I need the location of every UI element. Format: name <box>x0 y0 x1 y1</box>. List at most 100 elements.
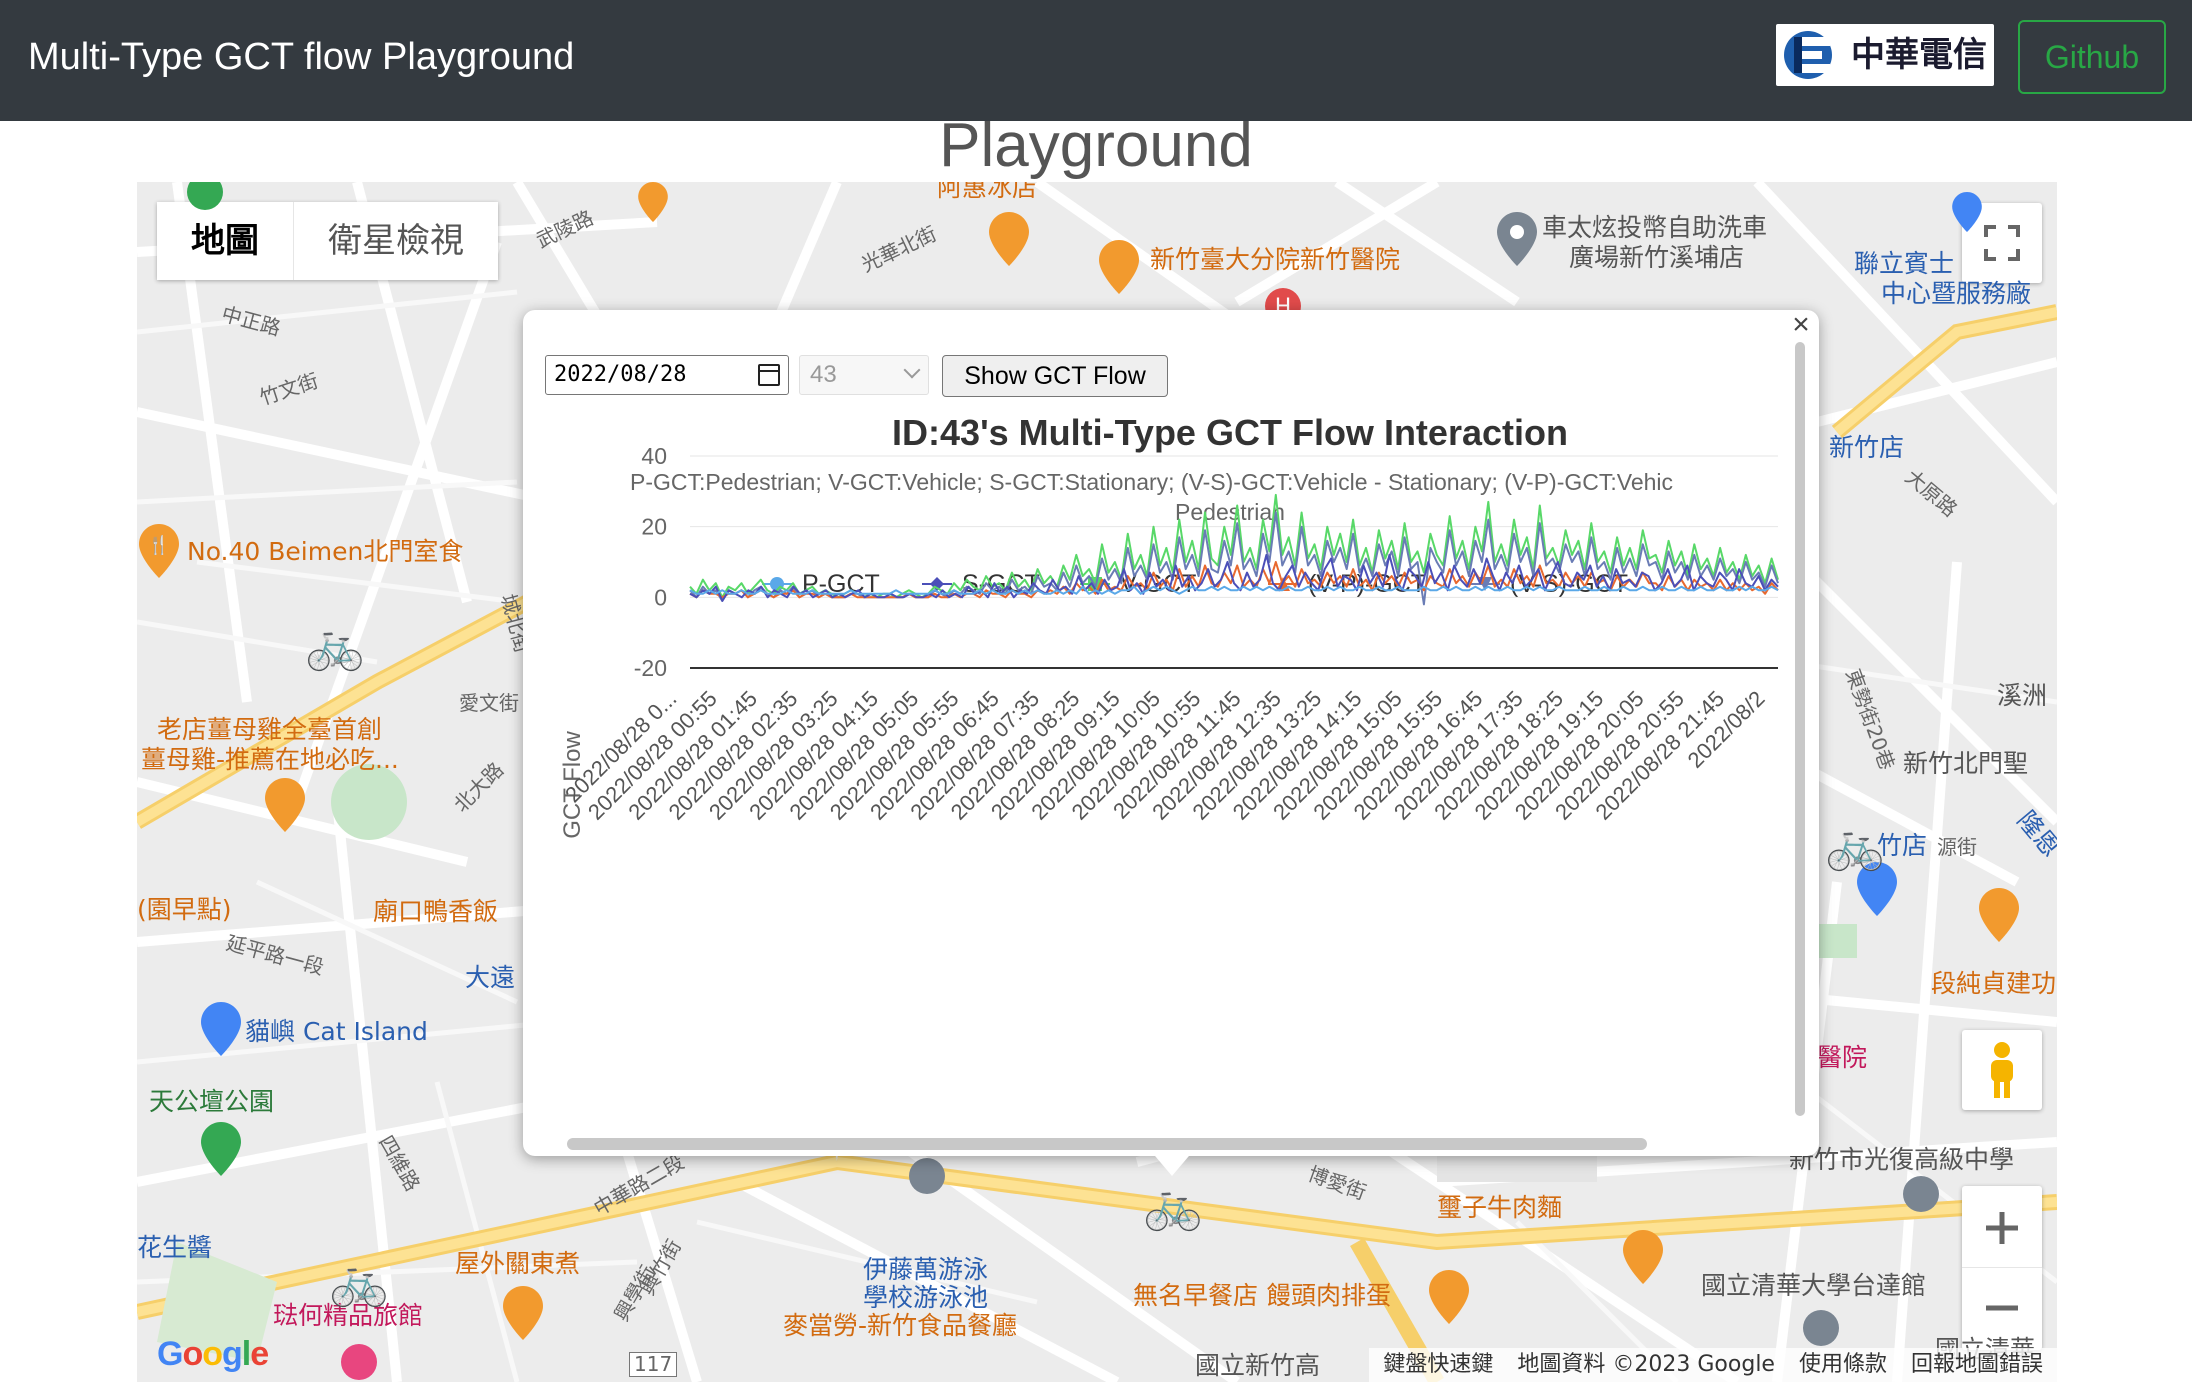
park-pin-icon[interactable] <box>201 1122 241 1176</box>
road-label: 源街 <box>1937 835 1977 859</box>
map-label: 溪洲 <box>1997 681 2048 710</box>
map-label: 醫院 <box>1817 1043 1868 1072</box>
navbar-brand[interactable]: Multi-Type GCT flow Playground <box>28 34 574 80</box>
map-label[interactable]: 麥當勞-新竹食品餐廳 <box>783 1311 1017 1341</box>
close-icon[interactable]: × <box>1788 310 1814 340</box>
school-pin-icon[interactable] <box>1901 1174 1941 1214</box>
google-logo: Google <box>157 1335 269 1374</box>
x-axis: 2022/08/28 0...2022/08/28 00:552022/08/2… <box>560 686 1769 825</box>
google-logo-letter: G <box>157 1335 183 1373</box>
map-label[interactable]: 貓嶼 Cat Island <box>245 1017 428 1047</box>
map-label[interactable]: 無名早餐店 饅頭肉排蛋 <box>1133 1281 1391 1311</box>
github-button[interactable]: Github <box>2018 20 2166 94</box>
map-label[interactable]: 段純貞建功 <box>1931 969 2056 999</box>
restaurant-pin-icon[interactable] <box>1099 240 1139 294</box>
map-label[interactable]: 屋外關東煮 <box>455 1249 580 1279</box>
map-label: 新竹北門聖 <box>1903 749 2029 778</box>
google-logo-letter: o <box>202 1335 223 1373</box>
id-select-value: 43 <box>810 361 837 388</box>
sensor-marker-icon[interactable]: 🚲 <box>329 1258 389 1306</box>
map-label: 大遠 <box>465 963 516 992</box>
calendar-icon[interactable] <box>758 364 780 386</box>
map-label: 新竹店 <box>1829 433 1905 462</box>
report-error-link[interactable]: 回報地圖錯誤 <box>1911 1350 2043 1380</box>
park-pin-icon[interactable] <box>185 182 225 212</box>
swim-pin-icon[interactable] <box>907 1156 947 1196</box>
map-label: 阿惠冰店 <box>937 182 1038 202</box>
map-data-credit: 地圖資料 ©2023 Google <box>1517 1352 1775 1377</box>
id-select[interactable]: 43 <box>799 355 929 395</box>
date-value: 2022/08/28 <box>554 362 687 387</box>
pegman-icon <box>1991 1042 2013 1098</box>
map-label[interactable]: 薑母雞-推薦在地必吃... <box>141 745 399 775</box>
show-gct-flow-button[interactable]: Show GCT Flow <box>942 355 1168 397</box>
hotel-pin-icon[interactable] <box>339 1342 379 1382</box>
map-label-hospital[interactable]: 新竹臺大分院新竹醫院 <box>1150 245 1400 275</box>
map-label: 中心暨服務廠 <box>1881 279 2032 308</box>
street-view-pegman[interactable] <box>1962 1030 2042 1110</box>
horizontal-scrollbar[interactable] <box>567 1138 1647 1150</box>
google-logo-letter: l <box>241 1335 252 1373</box>
restaurant-pin-icon[interactable] <box>1429 1270 1469 1324</box>
map-type-control: 地圖 衛星檢視 <box>157 202 498 280</box>
google-logo-letter: o <box>182 1335 203 1373</box>
vertical-scrollbar[interactable] <box>1795 342 1805 1116</box>
restaurant-pin-icon[interactable] <box>503 1286 543 1340</box>
sensor-marker-icon[interactable]: 🚲 <box>1143 1182 1203 1230</box>
gct-flow-chart: ID:43's Multi-Type GCT Flow Interaction … <box>559 412 1779 839</box>
google-logo-letter: e <box>250 1335 269 1373</box>
minus-icon <box>1986 1305 2018 1311</box>
chart-title: ID:43's Multi-Type GCT Flow Interaction <box>892 412 1568 453</box>
map-label: 聯立賓士 <box>1854 249 1955 278</box>
fullscreen-icon <box>1984 225 2020 261</box>
zoom-in-button[interactable] <box>1962 1188 2042 1268</box>
map-label: 車太炫投幣自助洗車 <box>1542 213 1768 242</box>
restaurant-pin-icon[interactable] <box>1623 1230 1663 1284</box>
y-tick-label: -20 <box>634 655 667 681</box>
map-label[interactable]: 廟口鴨香飯 <box>373 897 498 927</box>
chart-subtitle: Pedestrian <box>1175 499 1285 525</box>
restaurant-pin-icon[interactable] <box>633 182 673 222</box>
school-pin-icon[interactable] <box>1801 1308 1841 1348</box>
restaurant-pin-icon[interactable] <box>989 212 1029 266</box>
logo-text: 中華電信 <box>1851 35 1987 75</box>
info-window-tail <box>1150 1150 1194 1176</box>
terms-link[interactable]: 使用條款 <box>1799 1350 1887 1380</box>
keyboard-shortcuts-link[interactable]: 鍵盤快速鍵 <box>1383 1350 1493 1380</box>
chart-subtitle: P-GCT:Pedestrian; V-GCT:Vehicle; S-GCT:S… <box>630 469 1673 495</box>
map-tab[interactable]: 地圖 <box>157 202 294 280</box>
plus-icon <box>1986 1211 2018 1244</box>
sensor-marker-icon[interactable]: 🚲 <box>1825 822 1885 870</box>
satellite-tab[interactable]: 衛星檢視 <box>294 202 498 280</box>
date-picker-input[interactable]: 2022/08/28 <box>545 355 789 395</box>
map-label[interactable]: No.40 Beimen北門室食 <box>187 537 463 567</box>
google-logo-letter: g <box>222 1335 243 1373</box>
y-tick-label: 0 <box>654 584 667 610</box>
svg-text:🍴: 🍴 <box>148 534 170 556</box>
restaurant-pin-icon[interactable]: 🍴 <box>139 524 179 578</box>
restaurant-pin-icon[interactable] <box>1979 888 2019 942</box>
top-navbar: Multi-Type GCT flow Playground 中華電信 Gith… <box>0 0 2192 121</box>
shopping-pin-icon[interactable] <box>201 1002 241 1056</box>
place-pin-icon[interactable] <box>1497 212 1537 266</box>
page-heading: Playground <box>939 111 1253 180</box>
chevron-down-icon <box>903 361 921 379</box>
zoom-control <box>1962 1186 2042 1350</box>
map-label: 廣場新竹溪埔店 <box>1569 243 1745 272</box>
map-label[interactable]: 新竹市光復高級中學 <box>1789 1145 2014 1175</box>
map-label: (園早點) <box>137 895 232 924</box>
y-tick-label: 20 <box>641 514 667 540</box>
map-label[interactable]: 國立清華大學台達館 <box>1701 1271 1926 1301</box>
map-label[interactable]: 老店薑母雞全臺首創 <box>157 715 382 745</box>
restaurant-pin-icon[interactable] <box>265 778 305 832</box>
chunghwa-telecom-logo: 中華電信 <box>1776 24 1994 86</box>
road-number: 117 <box>629 1352 678 1377</box>
map-label: 伊藤萬游泳 <box>863 1255 989 1284</box>
map-label[interactable]: 天公壇公園 <box>149 1087 274 1117</box>
map-label[interactable]: 璽子牛肉麵 <box>1437 1193 1562 1223</box>
shopping-pin-icon[interactable] <box>1947 192 1987 232</box>
y-tick-label: 40 <box>641 443 667 469</box>
sensor-marker-icon[interactable]: 🚲 <box>305 622 365 670</box>
map-label: 學校游泳池 <box>863 1283 989 1312</box>
map-label: 國立新竹高 <box>1195 1351 1321 1380</box>
